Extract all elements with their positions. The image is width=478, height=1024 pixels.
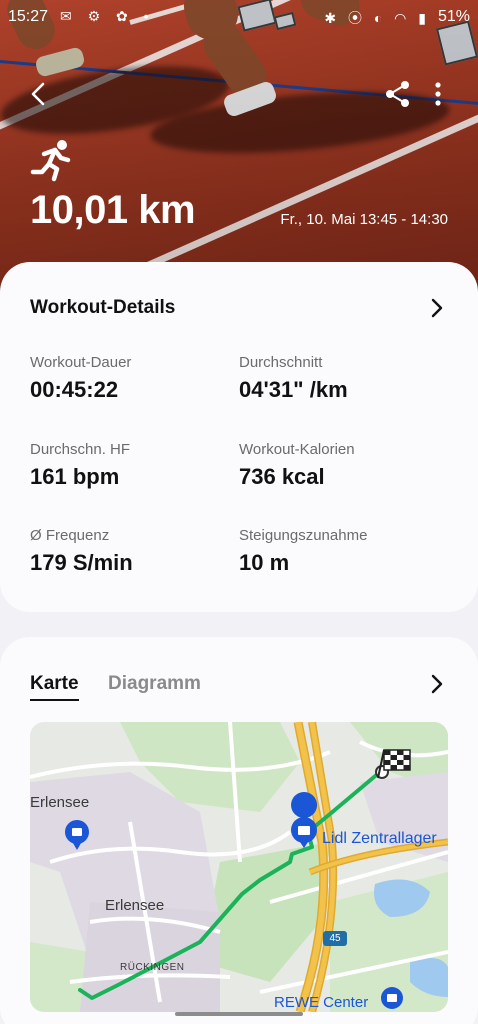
metric-value: 179 S/min xyxy=(30,550,133,575)
more-icon xyxy=(435,82,441,106)
shopping-pin-icon xyxy=(381,987,403,1009)
metric-value: 00:45:22 xyxy=(30,377,119,402)
status-bar: 15:27 ✉ ⚙ ✿ • ✱ ⦿ ◐ ◠ ▮ 51% xyxy=(0,6,478,34)
metric-value: 10 m xyxy=(239,550,290,575)
system-icons: ✱ ⦿ ◐ ◠ ▮ xyxy=(324,10,430,26)
card-title: Workout-Details xyxy=(30,297,176,318)
metric-cadence: Ø Frequenz 179 S/min xyxy=(30,527,230,576)
distance-value: 10,01 km xyxy=(30,188,196,232)
back-icon xyxy=(31,82,45,106)
status-time: 15:27 xyxy=(8,8,49,25)
running-icon xyxy=(30,140,71,182)
hero-banner: 15:27 ✉ ⚙ ✿ • ✱ ⦿ ◐ ◠ ▮ 51% 10,01 km Fr.… xyxy=(0,0,478,300)
map-label-erlensee: Erlensee xyxy=(105,897,165,914)
share-icon xyxy=(386,81,409,107)
map-canvas xyxy=(30,722,448,1012)
metric-value: 04'31" /km xyxy=(239,377,348,402)
workout-date-range: Fr., 10. Mai 13:45 - 14:30 xyxy=(280,211,448,228)
back-button[interactable] xyxy=(22,76,58,112)
metric-label: Durchschnitt xyxy=(239,354,323,371)
more-options-button[interactable] xyxy=(424,76,452,112)
tab-map[interactable]: Karte xyxy=(30,673,79,701)
workout-details-card[interactable]: Workout-Details Workout-Dauer 00:45:22 D… xyxy=(0,262,478,612)
metric-label: Durchschn. HF xyxy=(30,441,131,458)
metric-label: Ø Frequenz xyxy=(30,527,110,544)
map-label-rueckingen: RÜCKINGEN xyxy=(120,962,185,973)
notification-icons: ✉ ⚙ ✿ • xyxy=(60,8,155,24)
metric-duration: Workout-Dauer 00:45:22 xyxy=(30,354,230,403)
map-label-lidl: Lidl Zentrallager xyxy=(322,830,437,847)
chevron-right-icon[interactable] xyxy=(426,297,448,319)
home-indicator[interactable] xyxy=(175,1012,303,1016)
metric-label: Steigungszunahme xyxy=(239,527,368,544)
map-card: Karte Diagramm Erlensee Erlensee RÜCKING… xyxy=(0,637,478,1024)
battery-level: 51% xyxy=(437,8,470,25)
metric-label: Workout-Dauer xyxy=(30,354,132,371)
metric-average-pace: Durchschnitt 04'31" /km xyxy=(239,354,439,403)
tab-diagram[interactable]: Diagramm xyxy=(108,673,201,695)
road-number-badge: 45 xyxy=(323,931,347,946)
metric-value: 736 kcal xyxy=(239,464,325,489)
route-map[interactable]: Erlensee Erlensee RÜCKINGEN Lidl Zentral… xyxy=(30,722,448,1012)
map-label-erlensee: Erlensee xyxy=(30,794,90,811)
map-label-rewe: REWE Center xyxy=(274,994,369,1011)
chevron-right-icon[interactable] xyxy=(426,673,448,695)
metric-heart-rate: Durchschn. HF 161 bpm xyxy=(30,441,230,490)
metric-label: Workout-Kalorien xyxy=(239,441,355,458)
metric-elevation-gain: Steigungszunahme 10 m xyxy=(239,527,439,576)
metric-calories: Workout-Kalorien 736 kcal xyxy=(239,441,439,490)
share-button[interactable] xyxy=(380,76,416,112)
metric-value: 161 bpm xyxy=(30,464,120,489)
